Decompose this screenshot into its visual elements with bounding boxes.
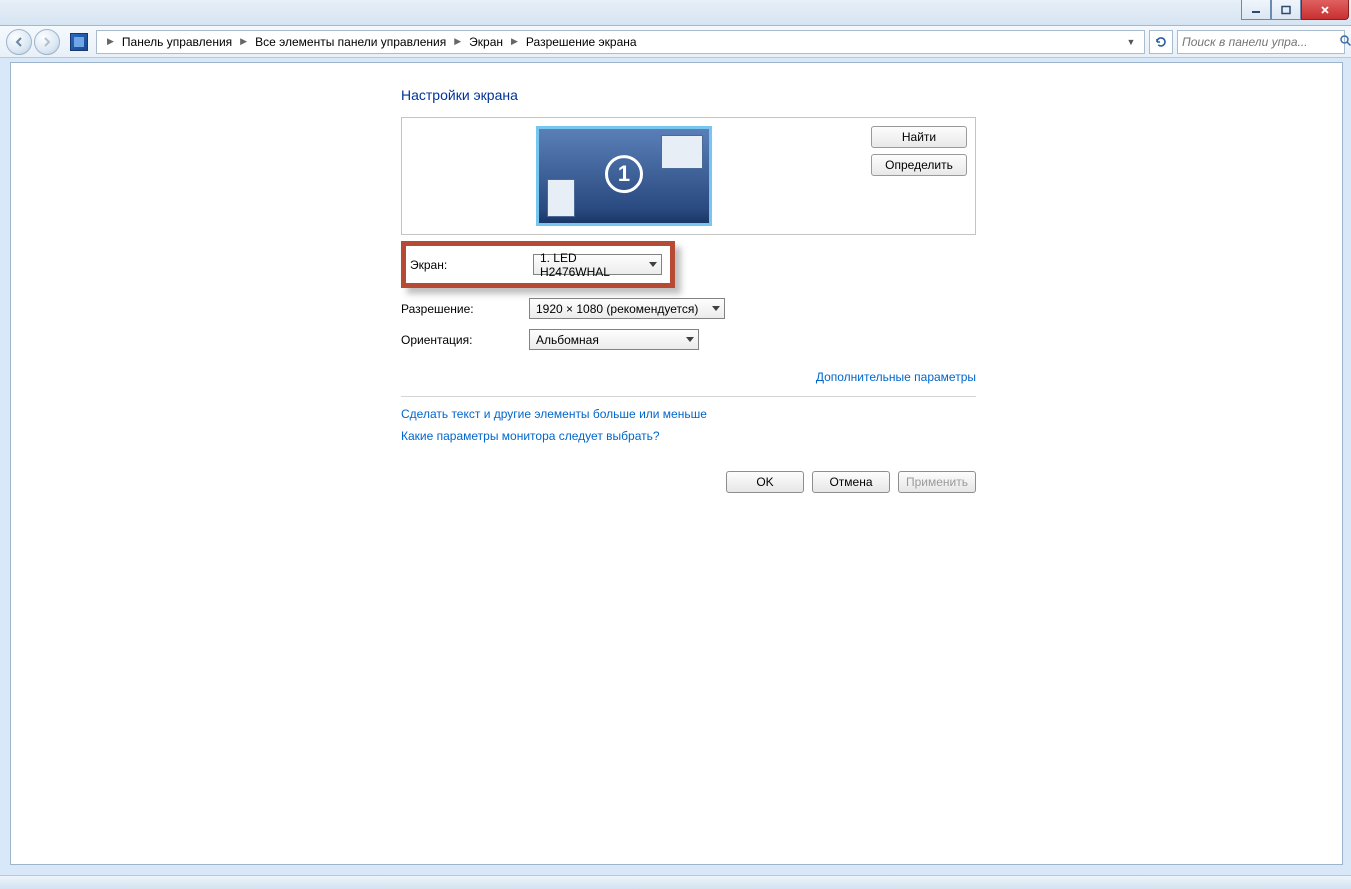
orientation-value: Альбомная (536, 333, 599, 347)
screen-value: 1. LED H2476WHAL (540, 251, 649, 279)
ok-button[interactable]: OK (726, 471, 804, 493)
control-panel-icon (70, 33, 88, 51)
minimize-button[interactable] (1241, 0, 1271, 20)
back-button[interactable] (6, 29, 32, 55)
breadcrumb-item[interactable]: Панель управления (120, 35, 234, 49)
search-icon[interactable] (1339, 34, 1351, 50)
nav-arrows (6, 29, 60, 55)
window-controls (1241, 0, 1349, 20)
content-frame: Настройки экрана 1 Найти Определить Экра… (10, 62, 1343, 865)
highlight-screen-field: Экран: 1. LED H2476WHAL (401, 241, 675, 288)
chevron-right-icon: ▶ (234, 36, 253, 47)
breadcrumb-dropdown-icon[interactable]: ▼ (1122, 37, 1140, 47)
apply-button[interactable]: Применить (898, 471, 976, 493)
breadcrumb-item[interactable]: Экран (467, 35, 505, 49)
search-input[interactable] (1182, 35, 1339, 49)
chevron-right-icon: ▶ (101, 36, 120, 47)
search-box[interactable] (1177, 30, 1345, 54)
orientation-label: Ориентация: (401, 333, 529, 347)
action-buttons: OK Отмена Применить (401, 471, 976, 493)
monitor-number: 1 (605, 155, 643, 193)
breadcrumb-item[interactable]: Разрешение экрана (524, 35, 639, 49)
chevron-right-icon: ▶ (505, 36, 524, 47)
refresh-button[interactable] (1149, 30, 1173, 54)
advanced-settings-link[interactable]: Дополнительные параметры (816, 370, 976, 384)
chevron-right-icon: ▶ (448, 36, 467, 47)
taskbar (0, 875, 1351, 889)
chevron-down-icon (686, 337, 694, 342)
mini-window-icon (661, 135, 703, 169)
monitor-visual[interactable]: 1 (536, 126, 712, 226)
advanced-link-row: Дополнительные параметры (401, 370, 976, 384)
resolution-dropdown[interactable]: 1920 × 1080 (рекомендуется) (529, 298, 725, 319)
divider (401, 396, 976, 397)
cancel-button[interactable]: Отмена (812, 471, 890, 493)
find-button[interactable]: Найти (871, 126, 967, 148)
breadcrumb-item[interactable]: Все элементы панели управления (253, 35, 448, 49)
monitor-help-link[interactable]: Какие параметры монитора следует выбрать… (401, 429, 981, 443)
screen-dropdown[interactable]: 1. LED H2476WHAL (533, 254, 662, 275)
screen-label: Экран: (410, 258, 533, 272)
resolution-value: 1920 × 1080 (рекомендуется) (536, 302, 698, 316)
resolution-row: Разрешение: 1920 × 1080 (рекомендуется) (401, 298, 981, 319)
resolution-label: Разрешение: (401, 302, 529, 316)
help-links: Сделать текст и другие элементы больше и… (401, 407, 981, 443)
maximize-button[interactable] (1271, 0, 1301, 20)
mini-window-icon (547, 179, 575, 217)
text-size-link[interactable]: Сделать текст и другие элементы больше и… (401, 407, 981, 421)
chevron-down-icon (712, 306, 720, 311)
chevron-down-icon (649, 262, 657, 267)
page-title: Настройки экрана (401, 87, 981, 103)
orientation-row: Ориентация: Альбомная (401, 329, 981, 350)
orientation-dropdown[interactable]: Альбомная (529, 329, 699, 350)
window-titlebar (0, 0, 1351, 26)
monitor-preview-panel: 1 Найти Определить (401, 117, 976, 235)
forward-button[interactable] (34, 29, 60, 55)
nav-bar: ▶ Панель управления ▶ Все элементы панел… (0, 26, 1351, 58)
panel-buttons: Найти Определить (871, 126, 967, 176)
identify-button[interactable]: Определить (871, 154, 967, 176)
close-button[interactable] (1301, 0, 1349, 20)
content-inner: Настройки экрана 1 Найти Определить Экра… (401, 63, 981, 493)
breadcrumb[interactable]: ▶ Панель управления ▶ Все элементы панел… (96, 30, 1145, 54)
